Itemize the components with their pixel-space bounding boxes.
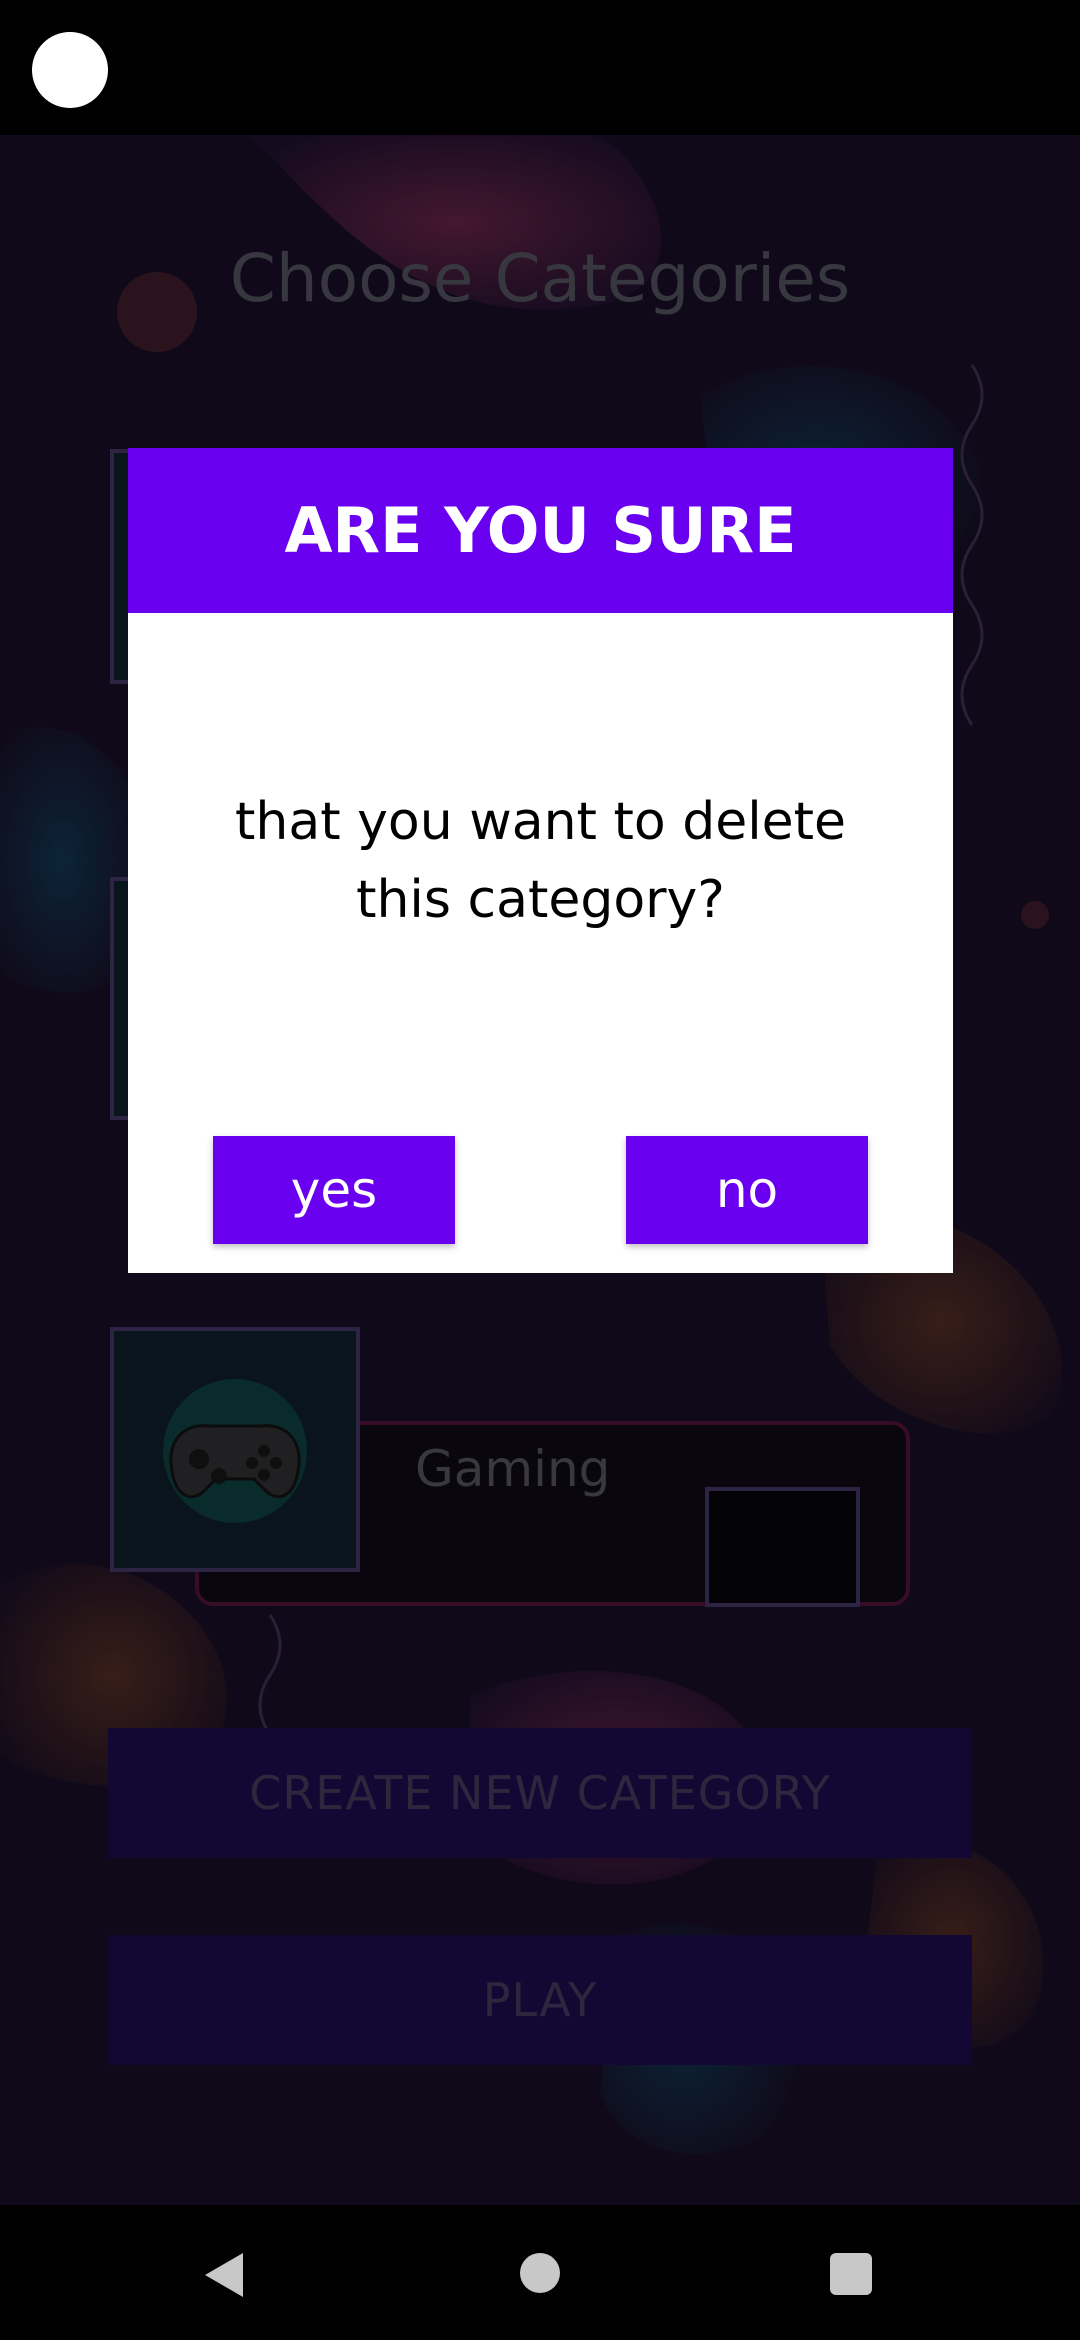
system-nav-bar: [0, 2205, 1080, 2340]
dialog-title: ARE YOU SURE: [128, 448, 953, 613]
no-button[interactable]: no: [626, 1136, 868, 1244]
confirm-dialog: ARE YOU SURE that you want to delete thi…: [128, 448, 953, 1273]
home-circle-icon[interactable]: [520, 2253, 560, 2293]
camera-cutout: [32, 32, 108, 108]
dialog-message-line: this category?: [356, 870, 725, 930]
app-screen: Choose Categories Gaming CREATE NEW CATE…: [0, 135, 1080, 2205]
device-frame: Choose Categories Gaming CREATE NEW CATE…: [0, 0, 1080, 2340]
recents-square-icon[interactable]: [830, 2253, 872, 2295]
dialog-message: that you want to delete this category?: [188, 783, 893, 939]
dialog-message-line: that you want to delete: [234, 792, 847, 852]
back-triangle-icon[interactable]: [205, 2253, 243, 2297]
yes-button[interactable]: yes: [213, 1136, 455, 1244]
